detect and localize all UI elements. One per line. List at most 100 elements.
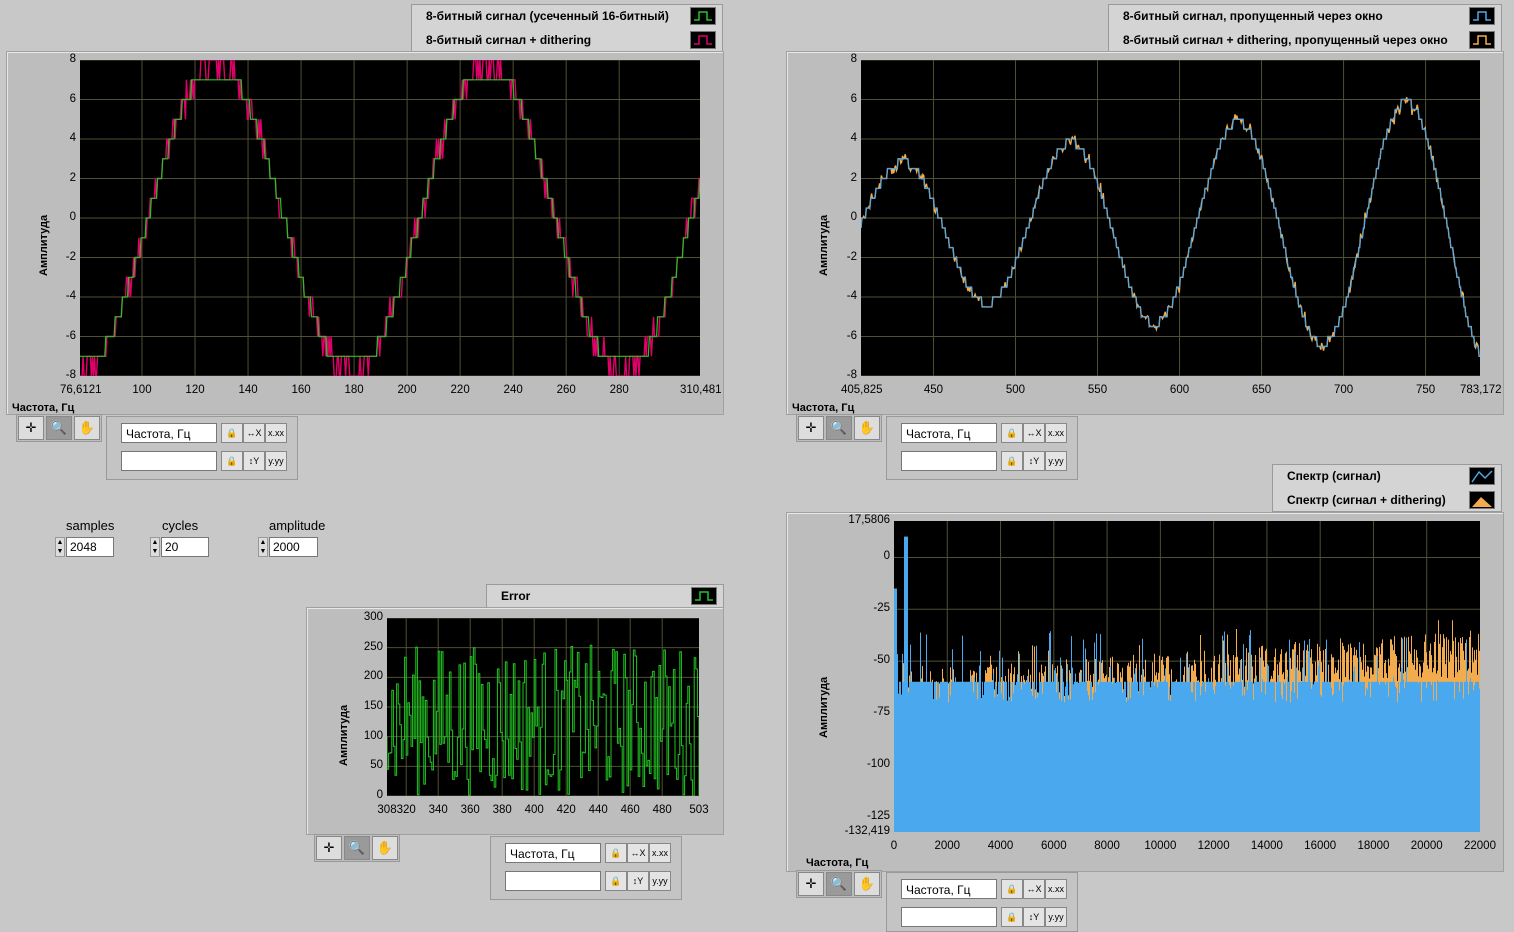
legend-item[interactable]: 8-битный сигнал (усеченный 16-битный) (412, 5, 722, 27)
autoscale-x-icon[interactable]: ↔X (243, 423, 265, 443)
spin-arrows-icon[interactable]: ▲ ▼ (150, 537, 160, 557)
lock-icon[interactable]: 🔒 (221, 451, 243, 471)
x-tick-label: 260 (556, 384, 576, 396)
spin-arrows-icon[interactable]: ▲ ▼ (258, 537, 268, 557)
format-x-icon[interactable]: x.xx (265, 423, 287, 443)
x-scale-name[interactable]: Частота, Гц (901, 423, 997, 443)
plot-legend-error: Error (486, 584, 724, 608)
format-x-icon[interactable]: x.xx (1045, 423, 1067, 443)
series-spectrum-signal (894, 536, 1480, 832)
hand-icon[interactable]: ✋ (854, 416, 880, 440)
y-tick-label: 150 (363, 700, 383, 712)
plot-area-error[interactable] (386, 617, 700, 797)
legend-item[interactable]: 8-битный сигнал + dithering, пропущенный… (1109, 29, 1501, 51)
lock-icon[interactable]: 🔒 (605, 843, 627, 863)
x-tick-label: 12000 (1197, 840, 1230, 852)
zoom-icon[interactable]: 🔍 (46, 416, 72, 440)
autoscale-y-icon[interactable]: ↕Y (1023, 907, 1045, 927)
legend-item[interactable]: 8-битный сигнал, пропущенный через окно (1109, 5, 1501, 27)
x-tick-label: 140 (238, 384, 258, 396)
format-y-icon[interactable]: y.yy (265, 451, 287, 471)
graph-palette: ✛ 🔍 ✋ (314, 834, 400, 862)
format-x-icon[interactable]: x.xx (649, 843, 671, 863)
series-window-dither-line (860, 97, 1480, 357)
y-tick-label: -6 (846, 329, 857, 342)
samples-control[interactable]: ▲ ▼ 2048 (55, 537, 117, 557)
lock-icon[interactable]: 🔒 (1001, 907, 1023, 927)
x-scale-name[interactable]: Частота, Гц (505, 843, 601, 863)
plot-area-topright[interactable] (860, 59, 1480, 377)
y-scale-name[interactable] (121, 451, 217, 471)
y-tick-label: -4 (65, 290, 76, 302)
plot-legend-topright: 8-битный сигнал, пропущенный через окно … (1108, 4, 1502, 52)
zoom-icon[interactable]: 🔍 (344, 836, 370, 860)
hand-icon[interactable]: ✋ (74, 416, 100, 440)
zoom-icon[interactable]: 🔍 (826, 416, 852, 440)
autoscale-y-icon[interactable]: ↕Y (627, 871, 649, 891)
x-tick-label: 160 (291, 384, 311, 396)
x-axis-label: Частота, Гц (806, 857, 869, 869)
legend-label: Спектр (сигнал + dithering) (1287, 493, 1446, 507)
crosshair-icon[interactable]: ✛ (18, 416, 44, 440)
plot-area-topleft[interactable] (80, 59, 701, 377)
legend-item[interactable]: 8-битный сигнал + dithering (412, 29, 722, 51)
y-tick-label: -8 (846, 369, 857, 381)
samples-input[interactable]: 2048 (66, 537, 114, 557)
x-tick-label: 280 (609, 384, 629, 396)
x-tick-label: 240 (503, 384, 523, 396)
autoscale-y-icon[interactable]: ↕Y (1023, 451, 1045, 471)
y-tick-label: -125 (866, 809, 890, 822)
samples-label: samples (66, 518, 115, 533)
autoscale-x-icon[interactable]: ↔X (627, 843, 649, 863)
autoscale-y-icon[interactable]: ↕Y (243, 451, 265, 471)
y-tick-label: 4 (850, 132, 857, 144)
spin-arrows-icon[interactable]: ▲ ▼ (55, 537, 65, 557)
square-wave-icon (690, 7, 716, 25)
y-scale-name[interactable] (505, 871, 601, 891)
format-y-icon[interactable]: y.yy (649, 871, 671, 891)
legend-label: 8-битный сигнал + dithering, пропущенный… (1123, 33, 1448, 47)
format-y-icon[interactable]: y.yy (1045, 907, 1067, 927)
lock-icon[interactable]: 🔒 (221, 423, 243, 443)
legend-label: 8-битный сигнал + dithering (426, 33, 592, 47)
lock-icon[interactable]: 🔒 (1001, 423, 1023, 443)
y-scale-name[interactable] (901, 451, 997, 471)
cycles-input[interactable]: 20 (161, 537, 209, 557)
hand-icon[interactable]: ✋ (372, 836, 398, 860)
error-plot (386, 617, 700, 797)
hand-icon[interactable]: ✋ (854, 872, 880, 896)
y-tick-label: 6 (850, 92, 857, 105)
legend-label: Спектр (сигнал) (1287, 469, 1381, 483)
legend-item[interactable]: Спектр (сигнал + dithering) (1273, 489, 1501, 511)
x-tick-label: 220 (450, 384, 470, 396)
x-scale-name[interactable]: Частота, Гц (121, 423, 217, 443)
cycles-control[interactable]: ▲ ▼ 20 (150, 537, 212, 557)
y-tick-label: -50 (873, 654, 890, 667)
x-tick-label: 6000 (1041, 840, 1067, 852)
y-scale-name[interactable] (901, 907, 997, 927)
x-axis-label: Частота, Гц (12, 402, 75, 414)
lock-icon[interactable]: 🔒 (1001, 451, 1023, 471)
amplitude-input[interactable]: 2000 (269, 537, 318, 557)
plot-area-spectrum[interactable] (894, 521, 1480, 832)
amplitude-control[interactable]: ▲ ▼ 2000 (258, 537, 320, 557)
y-tick-label: -2 (65, 250, 76, 263)
x-tick-label: 650 (1251, 384, 1272, 396)
legend-item[interactable]: Спектр (сигнал) (1273, 465, 1501, 487)
autoscale-x-icon[interactable]: ↔X (1023, 423, 1045, 443)
x-tick-label: 8000 (1094, 840, 1120, 852)
autoscale-x-icon[interactable]: ↔X (1023, 879, 1045, 899)
lock-icon[interactable]: 🔒 (605, 871, 627, 891)
lock-icon[interactable]: 🔒 (1001, 879, 1023, 899)
zoom-icon[interactable]: 🔍 (826, 872, 852, 896)
graph-palette: ✛ 🔍 ✋ (796, 870, 882, 898)
crosshair-icon[interactable]: ✛ (798, 416, 824, 440)
square-wave-icon (690, 31, 716, 49)
legend-label: 8-битный сигнал, пропущенный через окно (1123, 9, 1383, 23)
legend-item[interactable]: Error (487, 585, 723, 607)
crosshair-icon[interactable]: ✛ (316, 836, 342, 860)
crosshair-icon[interactable]: ✛ (798, 872, 824, 896)
format-y-icon[interactable]: y.yy (1045, 451, 1067, 471)
x-scale-name[interactable]: Частота, Гц (901, 879, 997, 899)
format-x-icon[interactable]: x.xx (1045, 879, 1067, 899)
